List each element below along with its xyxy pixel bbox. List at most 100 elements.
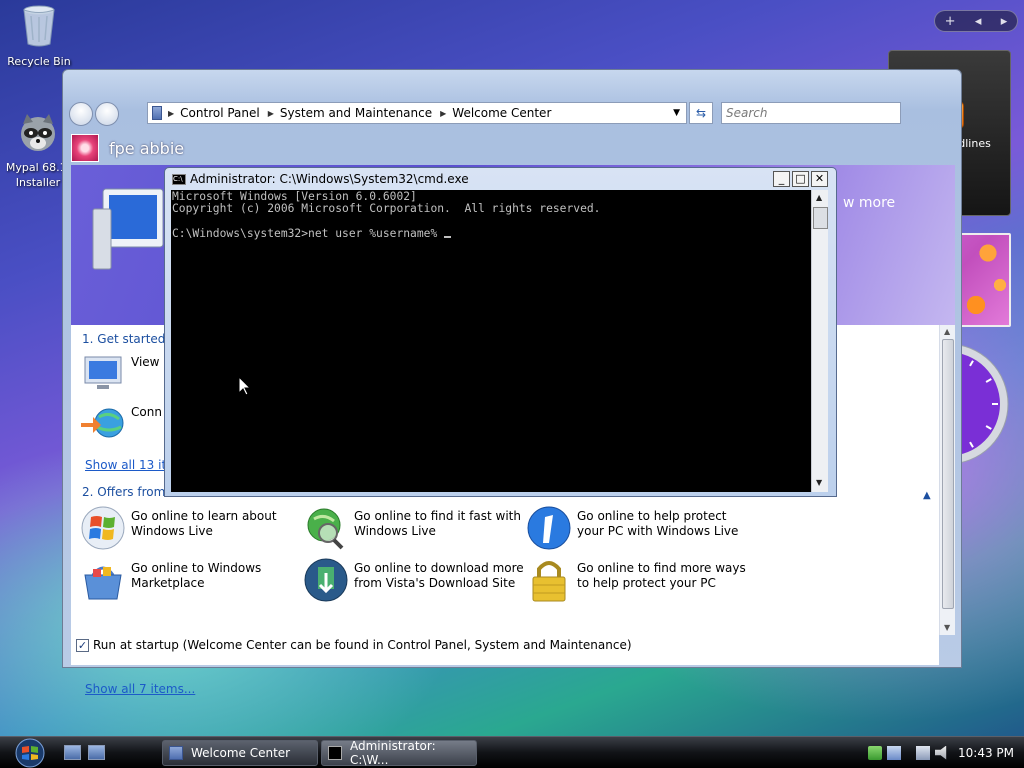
globe-magnifier-icon <box>307 508 344 550</box>
download-globe-icon <box>304 558 348 602</box>
taskbar-welcome-center-button[interactable]: Welcome Center <box>162 740 318 766</box>
maximize-button[interactable]: □ <box>792 171 809 187</box>
offer-line2: your PC with Windows Live <box>577 524 739 538</box>
taskbar-button-label: Administrator: C:\W... <box>350 739 436 767</box>
breadcrumb-welcome-center[interactable]: Welcome Center <box>452 106 551 120</box>
offer-help-protect-label: Go online to help protect your PC with W… <box>577 509 738 539</box>
computer-icon <box>92 188 164 270</box>
user-avatar <box>71 134 99 162</box>
switch-windows-icon[interactable] <box>88 745 105 760</box>
offer-find-fast-label: Go online to find it fast with Windows L… <box>354 509 521 539</box>
offer-line2: to help protect your PC <box>577 576 716 590</box>
back-button[interactable] <box>69 102 93 126</box>
offer-windows-marketplace[interactable]: Go online to Windows Marketplace <box>79 557 261 603</box>
cmd-title: Administrator: C:\Windows\System32\cmd.e… <box>190 172 469 186</box>
cmd-icon <box>328 746 342 760</box>
welcome-center-icon <box>169 746 183 760</box>
offer-line1: Go online to help protect <box>577 509 727 523</box>
cmd-console-output[interactable]: Microsoft Windows [Version 6.0.6002] Copy… <box>171 190 811 492</box>
sidebar-controls: + ◂ ▸ <box>934 10 1018 32</box>
onecare-icon <box>527 506 571 550</box>
offer-line1: Go online to find more ways <box>577 561 746 575</box>
task-connect-internet[interactable]: Conn <box>79 401 162 447</box>
system-tray: 10:43 PM <box>868 737 1024 768</box>
run-at-startup-checkbox[interactable]: ✓ <box>76 638 89 652</box>
close-button[interactable]: ✕ <box>811 171 828 187</box>
offer-line2: Windows Live <box>131 524 213 538</box>
forward-button[interactable] <box>95 102 119 126</box>
previous-gadget-page-button[interactable]: ◂ <box>975 14 982 29</box>
content-scrollbar[interactable]: ▲ ▼ <box>939 325 955 635</box>
monitor-icon <box>84 356 122 389</box>
offer-learn-windows-live-label: Go online to learn about Windows Live <box>131 509 277 539</box>
offer-download-site[interactable]: Go online to download more from Vista's … <box>302 557 524 603</box>
breadcrumb-separator-icon: ▶ <box>440 108 447 118</box>
address-bar[interactable]: ▶ Control Panel ▶ System and Maintenance… <box>147 102 687 124</box>
console-command: C:\Windows\system32>net user %username% <box>172 227 445 241</box>
offer-help-protect-windows-live[interactable]: Go online to help protect your PC with W… <box>525 505 738 551</box>
taskbar-clock[interactable]: 10:43 PM <box>958 746 1014 760</box>
search-input[interactable]: Search <box>721 102 901 124</box>
offer-protect-your-pc[interactable]: Go online to find more ways to help prot… <box>525 557 746 603</box>
run-at-startup-row[interactable]: ✓ Run at startup (Welcome Center can be … <box>76 638 632 652</box>
taskbar-cmd-button[interactable]: Administrator: C:\W... <box>321 739 477 767</box>
text-cursor <box>444 236 452 239</box>
offer-download-site-label: Go online to download more from Vista's … <box>354 561 524 591</box>
cmd-scrollbar[interactable]: ▲ ▼ <box>811 190 828 492</box>
mouse-pointer-icon <box>239 377 251 396</box>
recycle-bin-icon[interactable]: Recycle Bin <box>1 2 77 69</box>
collapse-section-icon[interactable]: ▲ <box>923 490 931 501</box>
offer-find-fast-windows-live[interactable]: Go online to find it fast with Windows L… <box>302 505 521 551</box>
globe-arrow-icon <box>81 408 124 438</box>
shopping-basket-icon <box>84 566 122 600</box>
offer-protect-pc-label: Go online to find more ways to help prot… <box>577 561 746 591</box>
navigation-bar: ▶ Control Panel ▶ System and Maintenance… <box>69 100 957 128</box>
scroll-down-icon[interactable]: ▼ <box>816 478 822 487</box>
user-header: fpe abbie <box>71 132 955 164</box>
command-prompt-window[interactable]: C:\ Administrator: C:\Windows\System32\c… <box>164 167 837 497</box>
offer-line1: Go online to find it fast with <box>354 509 521 523</box>
show-more-details-link[interactable]: w more <box>843 195 895 211</box>
run-at-startup-label: Run at startup (Welcome Center can be fo… <box>93 638 632 652</box>
windows-logo-icon <box>81 506 125 550</box>
show-all-7-items-link[interactable]: Show all 7 items... <box>85 682 195 696</box>
console-line-prompt: C:\Windows\system32>net user %username% <box>172 228 811 240</box>
breadcrumb-control-panel[interactable]: Control Panel <box>180 106 260 120</box>
task-view-computer-details-label: View <box>131 355 160 369</box>
task-view-computer-details[interactable]: View <box>79 351 159 397</box>
address-dropdown-icon[interactable]: ▼ <box>673 108 680 118</box>
network-icon[interactable] <box>887 745 901 760</box>
cmd-titlebar[interactable]: C:\ Administrator: C:\Windows\System32\c… <box>165 168 836 190</box>
raccoon-icon <box>21 114 55 151</box>
network-status-icon[interactable] <box>916 745 930 760</box>
console-line: Copyright (c) 2006 Microsoft Corporation… <box>172 202 601 216</box>
taskbar-button-label: Welcome Center <box>191 746 291 760</box>
security-shield-icon[interactable] <box>868 745 882 760</box>
add-gadget-button[interactable]: + <box>945 14 956 29</box>
offer-line2: Marketplace <box>131 576 205 590</box>
recycle-bin-label: Recycle Bin <box>7 55 71 68</box>
breadcrumb-system-maintenance[interactable]: System and Maintenance <box>280 106 432 120</box>
refresh-button[interactable]: ⇆ <box>689 102 713 124</box>
scroll-up-icon[interactable]: ▲ <box>816 193 822 202</box>
start-button[interactable] <box>10 737 50 768</box>
folder-icon <box>152 106 162 120</box>
cmd-scrollbar-thumb[interactable] <box>813 207 828 229</box>
cmd-icon: C:\ <box>172 173 186 185</box>
breadcrumb-separator-icon: ▶ <box>168 108 175 118</box>
breadcrumb-separator-icon: ▶ <box>267 108 274 118</box>
offer-line2: Windows Live <box>354 524 436 538</box>
offer-learn-windows-live[interactable]: Go online to learn about Windows Live <box>79 505 277 551</box>
volume-icon[interactable] <box>935 745 947 760</box>
offer-line2: from Vista's Download Site <box>354 576 516 590</box>
show-desktop-icon[interactable] <box>64 745 81 760</box>
minimize-button[interactable]: _ <box>773 171 790 187</box>
next-gadget-page-button[interactable]: ▸ <box>1001 14 1008 29</box>
task-connect-internet-label: Conn <box>131 405 162 419</box>
scrollbar-thumb[interactable] <box>942 339 954 609</box>
user-name: fpe abbie <box>109 138 185 158</box>
recycle-bin-image <box>23 5 55 47</box>
padlock-icon <box>532 561 566 602</box>
scroll-up-icon[interactable]: ▲ <box>944 327 950 336</box>
scroll-down-icon[interactable]: ▼ <box>944 623 950 632</box>
